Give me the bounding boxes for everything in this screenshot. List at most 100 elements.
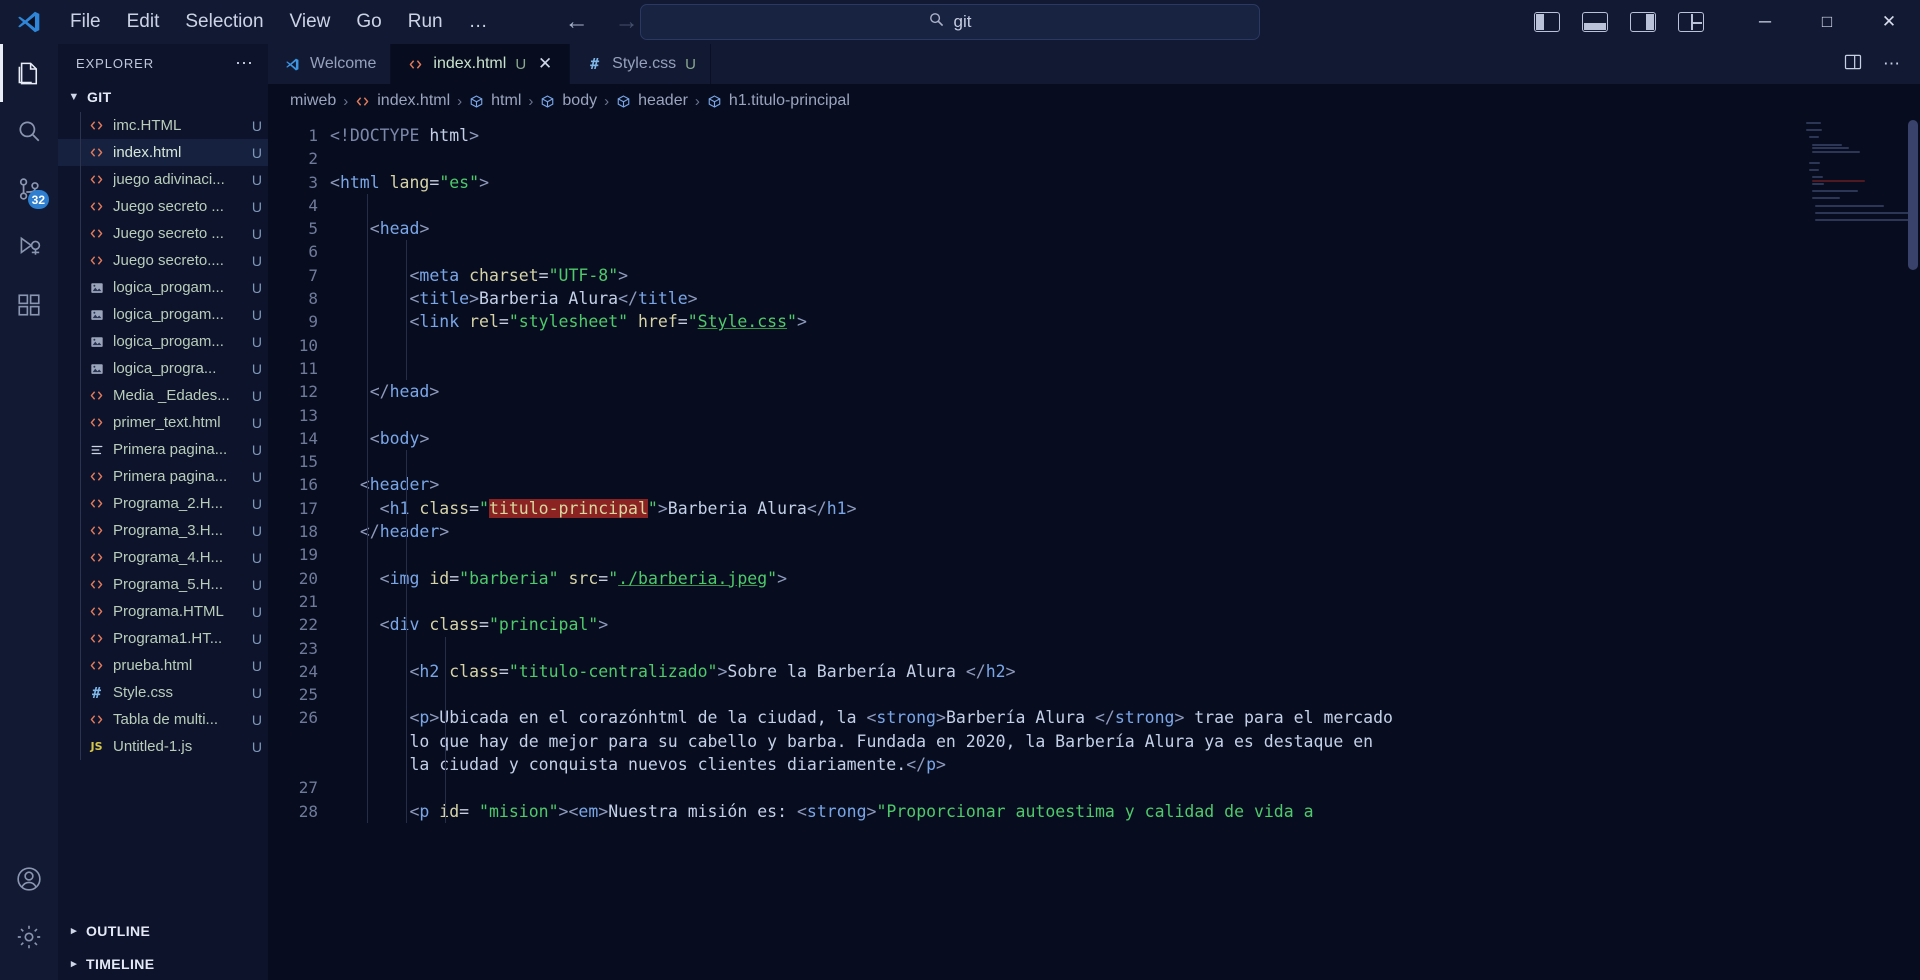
account-icon[interactable] — [0, 850, 58, 908]
forward-arrow-icon[interactable]: → — [613, 8, 641, 36]
file-item[interactable]: Programa_2.H... U — [58, 490, 268, 517]
activity-source-control-icon[interactable]: 32 — [0, 160, 58, 218]
code-line[interactable]: <p>Ubicada en el corazónhtml de la ciuda… — [330, 706, 1920, 777]
file-item[interactable]: Media _Edades... U — [58, 382, 268, 409]
code-line[interactable]: <meta charset="UTF-8"> — [330, 263, 1920, 288]
file-list[interactable]: imc.HTML Uindex.html Ujuego adivinaci... U J… — [58, 112, 268, 914]
menu-go[interactable]: Go — [344, 6, 393, 38]
code-line[interactable] — [330, 636, 1920, 660]
breadcrumb-item[interactable]: index.html — [355, 92, 450, 110]
code-line[interactable]: <html lang="es"> — [330, 171, 1920, 194]
file-item[interactable]: imc.HTML U — [58, 112, 268, 139]
file-item[interactable]: Programa_3.H... U — [58, 517, 268, 544]
toggle-secondary-sidebar-icon[interactable] — [1630, 12, 1656, 32]
file-item[interactable]: Juego secreto ... U — [58, 193, 268, 220]
file-item[interactable]: Juego secreto.... U — [58, 247, 268, 274]
code-editor[interactable]: 1 2 3 4 5 6 7 8 9 10 11 12 13 14 15 16 17 18 19 20 21 22 23 24 2… — [268, 118, 1920, 980]
vertical-scrollbar[interactable] — [1906, 118, 1920, 980]
minimize-button[interactable]: ─ — [1734, 0, 1796, 44]
code-line[interactable] — [330, 776, 1920, 800]
outline-section[interactable]: ▸ OUTLINE — [58, 914, 268, 947]
editor-tab[interactable]: Welcome — [268, 44, 392, 84]
file-item[interactable]: Programa1.HT... U — [58, 625, 268, 652]
more-actions-icon[interactable]: ⋯ — [235, 53, 258, 74]
code-line[interactable]: </header> — [330, 520, 1920, 544]
sidebar-section-git[interactable]: ▼ GIT — [58, 82, 268, 112]
code-line[interactable] — [330, 147, 1920, 170]
customize-layout-icon[interactable] — [1678, 12, 1704, 32]
close-button[interactable]: ✕ — [1858, 0, 1920, 44]
maximize-button[interactable]: □ — [1796, 0, 1858, 44]
activity-extensions-icon[interactable] — [0, 276, 58, 334]
menu-selection[interactable]: Selection — [173, 6, 275, 38]
timeline-section[interactable]: ▸ TIMELINE — [58, 947, 268, 980]
file-item[interactable]: Programa.HTML U — [58, 598, 268, 625]
file-item[interactable]: primer_text.html U — [58, 409, 268, 436]
file-item[interactable]: Programa_5.H... U — [58, 571, 268, 598]
code-line[interactable]: <head> — [330, 217, 1920, 241]
file-item[interactable]: # Style.css U — [58, 679, 268, 706]
code-line[interactable] — [330, 589, 1920, 614]
editor-tab[interactable]: # Style.css U — [570, 44, 712, 84]
code-line[interactable]: <h2 class="titulo-centralizado">Sobre la… — [330, 659, 1920, 684]
code-line[interactable] — [330, 240, 1920, 264]
code-line[interactable] — [330, 333, 1920, 357]
menu-file[interactable]: File — [58, 6, 113, 38]
code-line[interactable]: <link rel="stylesheet" href="Style.css"> — [330, 310, 1920, 334]
code-line[interactable] — [330, 543, 1920, 567]
breadcrumb-item[interactable]: body — [540, 92, 597, 110]
code-line[interactable]: <title>Barberia Alura</title> — [330, 287, 1920, 311]
file-item[interactable]: JS Untitled-1.js U — [58, 733, 268, 760]
menu-overflow-icon[interactable]: … — [457, 8, 501, 36]
gear-icon[interactable] — [0, 908, 58, 966]
code-line[interactable]: </head> — [330, 380, 1920, 404]
code-line[interactable]: <div class="principal"> — [330, 613, 1920, 637]
activity-search-icon[interactable] — [0, 102, 58, 160]
file-item[interactable]: logica_progra... U — [58, 355, 268, 382]
editor-more-actions-icon[interactable]: ⋯ — [1883, 54, 1900, 74]
file-item[interactable]: Programa_4.H... U — [58, 544, 268, 571]
activity-run-debug-icon[interactable] — [0, 218, 58, 276]
file-item[interactable]: logica_progam... U — [58, 274, 268, 301]
breadcrumb-item[interactable]: h1.titulo-principal — [707, 92, 850, 110]
file-item[interactable]: Tabla de multi... U — [58, 706, 268, 733]
file-item[interactable]: Primera pagina... U — [58, 463, 268, 490]
toggle-primary-sidebar-icon[interactable] — [1534, 12, 1560, 32]
file-item[interactable]: Juego secreto ... U — [58, 220, 268, 247]
file-item[interactable]: index.html U — [58, 139, 268, 166]
code-line[interactable] — [330, 450, 1920, 474]
activity-explorer-icon[interactable] — [0, 44, 58, 102]
breadcrumb-item[interactable]: miweb — [290, 92, 336, 110]
file-item[interactable]: prueba.html U — [58, 652, 268, 679]
file-item[interactable]: logica_progam... U — [58, 328, 268, 355]
code-line[interactable] — [330, 356, 1920, 381]
code-line[interactable] — [330, 193, 1920, 218]
code-line[interactable]: <!DOCTYPE html> — [330, 124, 1920, 147]
menu-run[interactable]: Run — [396, 6, 455, 38]
breadcrumb-item[interactable]: header — [616, 92, 688, 110]
breadcrumb[interactable]: miweb › index.html › html › body › header › h1.tit… — [268, 84, 1920, 118]
code-line[interactable] — [330, 403, 1920, 427]
minimap[interactable] — [1806, 122, 1911, 238]
close-icon[interactable]: ✕ — [535, 54, 555, 74]
editor-tab[interactable]: index.html U ✕ — [391, 44, 571, 84]
editor-tabs[interactable]: Welcome index.html U ✕ # Style.css U ⋯ — [268, 44, 1920, 84]
toggle-panel-icon[interactable] — [1582, 12, 1608, 32]
file-item[interactable]: logica_progam... U — [58, 301, 268, 328]
back-arrow-icon[interactable]: ← — [563, 8, 591, 36]
code-line[interactable]: <header> — [330, 473, 1920, 497]
code-line[interactable]: <p id= "mision"><em>Nuestra misión es: <… — [330, 799, 1920, 823]
code-line[interactable]: <h1 class="titulo-principal">Barberia Al… — [330, 496, 1920, 521]
code-line[interactable] — [330, 683, 1920, 707]
menu-view[interactable]: View — [278, 6, 343, 38]
code-line[interactable]: <img id="barberia" src="./barberia.jpeg"… — [330, 566, 1920, 590]
menu-edit[interactable]: Edit — [115, 6, 172, 38]
file-item[interactable]: Primera pagina... U — [58, 436, 268, 463]
scrollbar-thumb[interactable] — [1908, 120, 1918, 270]
search-input[interactable]: git — [640, 4, 1260, 40]
split-editor-icon[interactable] — [1843, 52, 1863, 77]
file-item[interactable]: juego adivinaci... U — [58, 166, 268, 193]
code-content[interactable]: <!DOCTYPE html> <html lang="es"> <head> <… — [330, 118, 1920, 980]
breadcrumb-item[interactable]: html — [469, 92, 521, 110]
code-line[interactable]: <body> — [330, 426, 1920, 451]
